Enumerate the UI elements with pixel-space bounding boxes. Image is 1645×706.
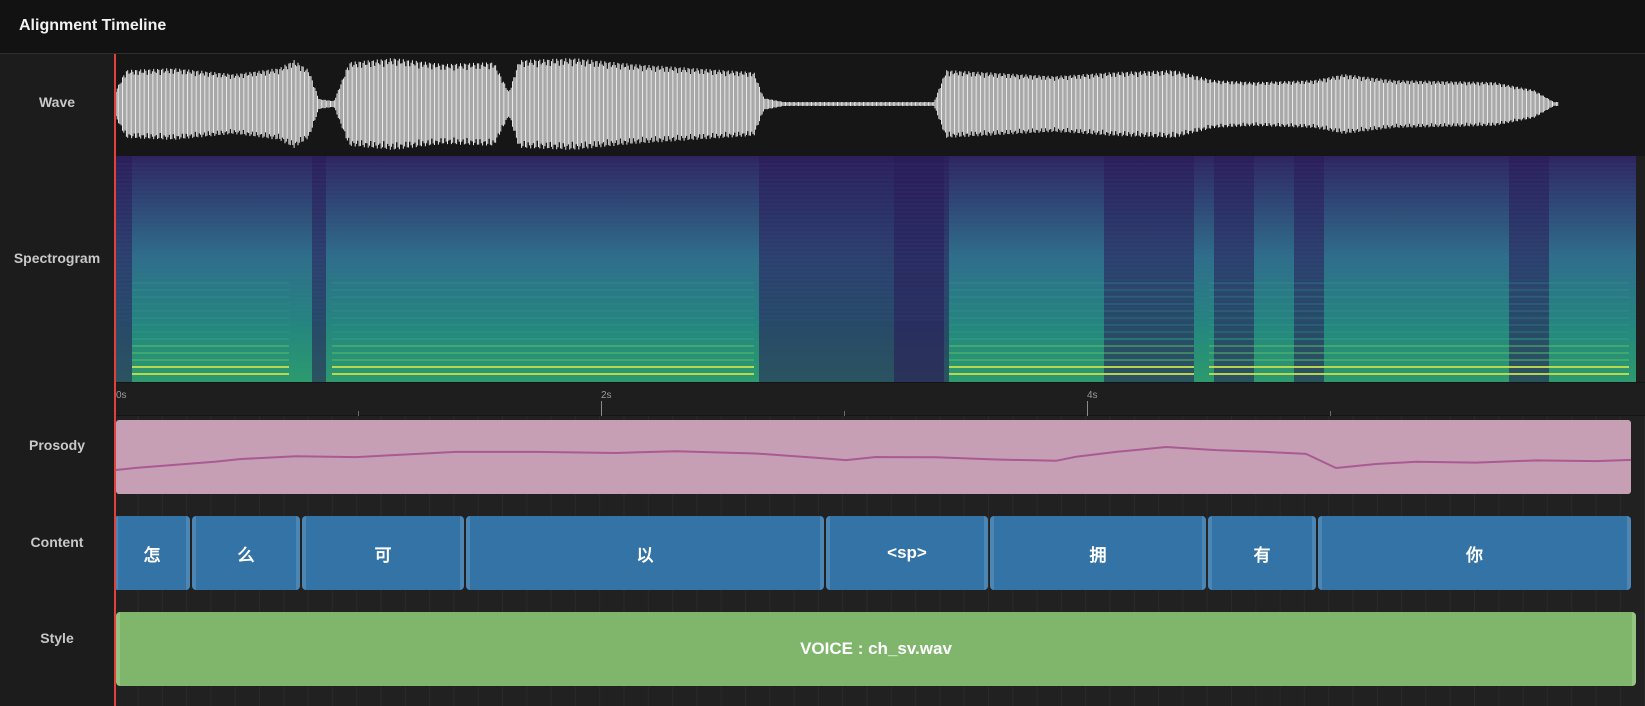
style-track[interactable]: VOICE : ch_sv.wav <box>114 608 1645 706</box>
row-label-content: Content <box>30 534 84 550</box>
waveform <box>115 58 1559 150</box>
prosody-block[interactable] <box>116 420 1631 494</box>
phoneme-block[interactable]: <sp> <box>826 516 988 590</box>
waveform-track[interactable] <box>114 54 1645 156</box>
phoneme-block[interactable]: 怎 <box>114 516 190 590</box>
phoneme-block[interactable]: 么 <box>192 516 300 590</box>
phoneme-block[interactable]: 可 <box>302 516 464 590</box>
prosody-track[interactable] <box>114 416 1645 512</box>
row-label-wave: Wave <box>38 94 76 110</box>
phoneme-block[interactable]: 有 <box>1208 516 1316 590</box>
timeline-header: Alignment Timeline <box>0 0 1645 54</box>
style-voice-block[interactable]: VOICE : ch_sv.wav <box>116 612 1636 686</box>
time-ruler[interactable]: 0s 2s 4s <box>114 382 1645 417</box>
playhead[interactable] <box>114 54 116 706</box>
page-title: Alignment Timeline <box>19 17 167 34</box>
tick-label-0s: 0s <box>116 390 127 401</box>
spectrogram-track[interactable] <box>114 156 1636 382</box>
row-label-spectrogram: Spectrogram <box>13 250 101 266</box>
row-label-style: Style <box>40 630 74 646</box>
phoneme-block[interactable]: 你 <box>1318 516 1631 590</box>
ruler-ticks <box>114 401 1331 417</box>
tick-label-4s: 4s <box>1087 390 1098 401</box>
row-labels: Wave Spectrogram Prosody Content Style <box>0 54 114 706</box>
timeline-main[interactable]: 0s 2s 4s 怎 么 可 以 <sp> 拥 有 你 VOICE : ch_s… <box>114 54 1645 706</box>
prosody-curve <box>116 445 1631 471</box>
phoneme-block[interactable]: 以 <box>466 516 824 590</box>
row-label-prosody: Prosody <box>28 437 85 453</box>
spectrogram <box>114 156 1636 382</box>
tick-label-2s: 2s <box>601 390 612 401</box>
content-track[interactable]: 怎 么 可 以 <sp> 拥 有 你 <box>114 512 1645 608</box>
phoneme-block[interactable]: 拥 <box>990 516 1206 590</box>
